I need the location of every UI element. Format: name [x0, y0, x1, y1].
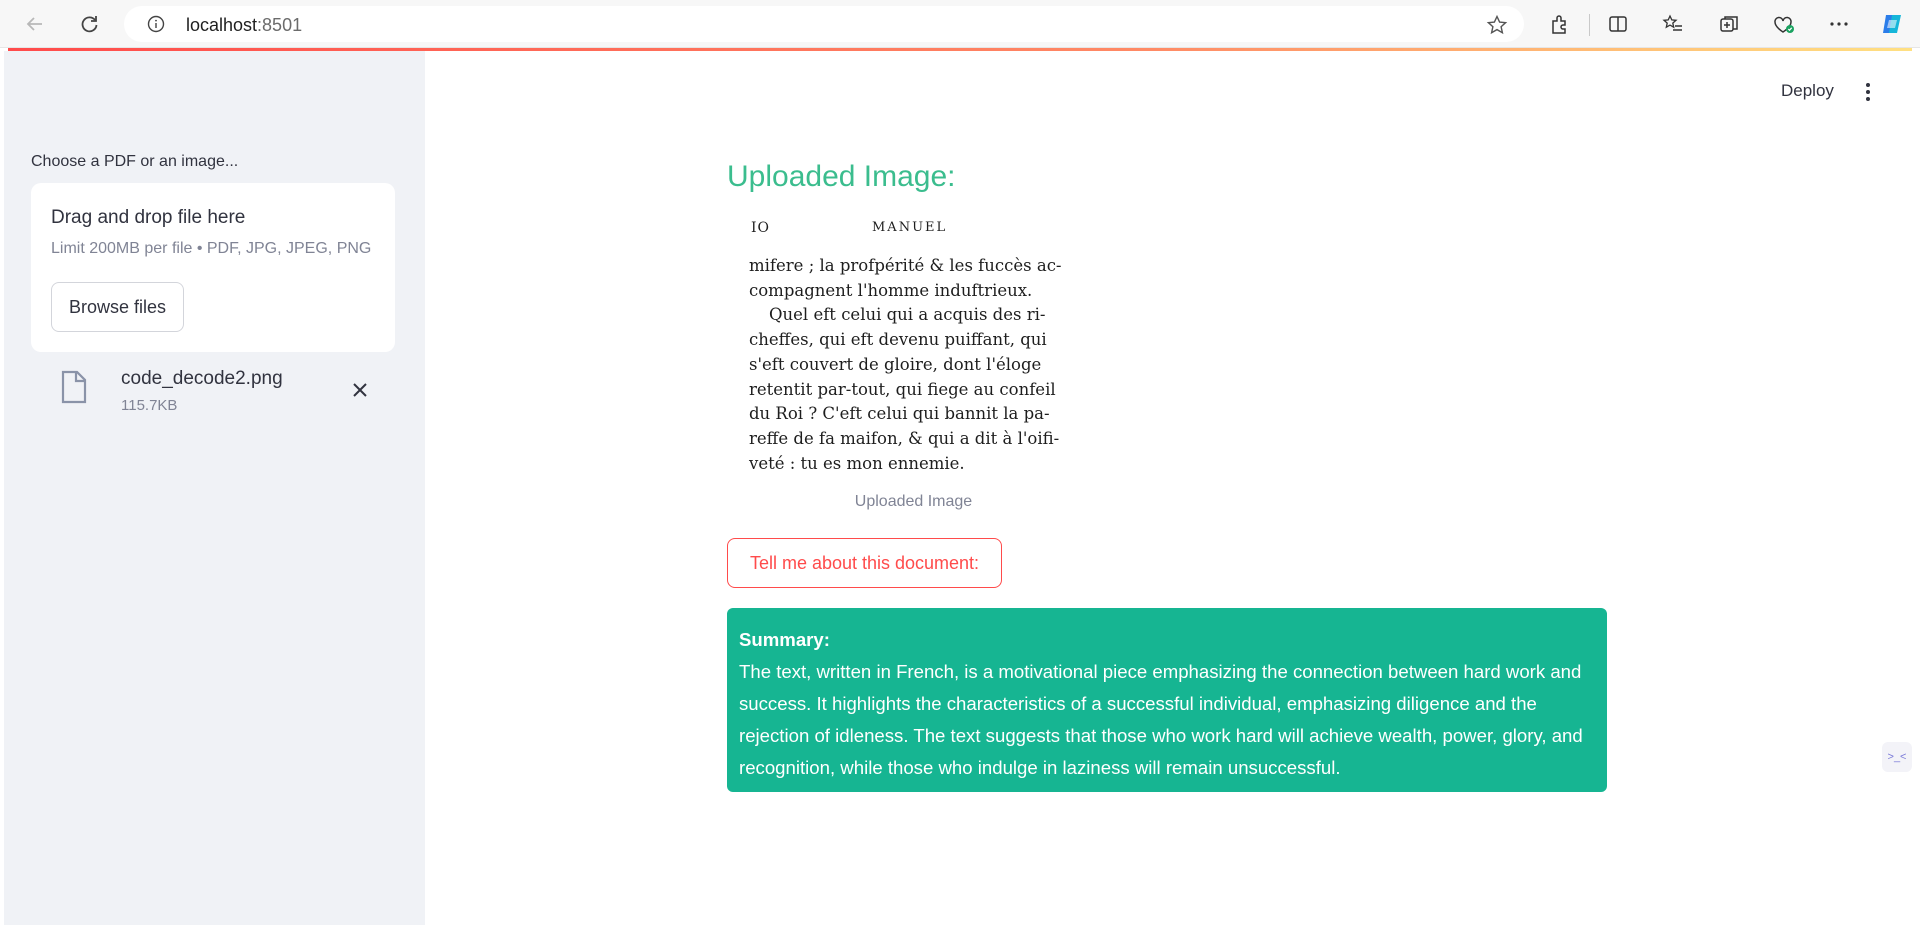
- document-line: du Roi ? C'eft celui qui bannit la pa-: [749, 404, 1050, 424]
- file-dropzone[interactable]: Drag and drop file here Limit 200MB per …: [31, 183, 395, 352]
- browser-essentials-icon[interactable]: [1771, 11, 1797, 37]
- document-line: s'eft couvert de gloire, dont l'éloge: [749, 354, 1042, 374]
- info-icon[interactable]: [147, 15, 165, 38]
- summary-text: The text, written in French, is a motiva…: [739, 661, 1583, 778]
- star-icon[interactable]: [1486, 14, 1508, 41]
- browser-toolbar: localhost:8501: [0, 0, 1920, 48]
- toolbar-separator: [1589, 14, 1590, 36]
- browse-files-button[interactable]: Browse files: [51, 282, 184, 332]
- document-text: mifere ; la profpérité & les fuccès ac- …: [749, 254, 1079, 476]
- file-name: code_decode2.png: [121, 368, 283, 389]
- url-port: :8501: [257, 15, 303, 35]
- main-menu-icon[interactable]: [1860, 80, 1876, 104]
- document-line: retentit par-tout, qui fiege au confeil: [749, 379, 1056, 399]
- document-page-number: IO: [751, 220, 771, 236]
- file-size: 115.7KB: [121, 397, 178, 414]
- document-line: mifere ; la profpérité & les fuccès ac-: [749, 256, 1062, 275]
- url-text[interactable]: localhost:8501: [186, 15, 302, 36]
- document-line: cheffes, qui eft devenu puiffant, qui: [749, 330, 1047, 350]
- split-screen-icon[interactable]: [1605, 11, 1631, 37]
- page-title: Uploaded Image:: [727, 160, 956, 193]
- document-line: veté : tu es mon ennemie.: [749, 453, 965, 473]
- copilot-icon[interactable]: [1880, 11, 1906, 37]
- refresh-icon[interactable]: [75, 10, 103, 38]
- side-panel-toggle-icon[interactable]: >_<: [1882, 742, 1912, 772]
- uploaded-document-image: IO MANUEL mifere ; la profpérité & les f…: [727, 206, 1100, 476]
- document-line: reffe de fa maifon, & qui a dit à l'oifi…: [749, 428, 1060, 448]
- dropzone-title: Drag and drop file here: [51, 207, 246, 228]
- extensions-icon[interactable]: [1546, 11, 1572, 37]
- document-line: compagnent l'homme induftrieux.: [749, 280, 1033, 300]
- summary-title: Summary:: [739, 629, 830, 650]
- file-icon: [60, 370, 88, 409]
- document-running-title: MANUEL: [872, 220, 948, 235]
- url-host: localhost: [186, 15, 258, 35]
- ask-document-button[interactable]: Tell me about this document:: [727, 538, 1002, 588]
- image-caption: Uploaded Image: [854, 493, 973, 510]
- document-line: Quel eft celui qui a acquis des ri-: [769, 305, 1046, 325]
- favorites-icon[interactable]: [1660, 11, 1686, 37]
- uploaded-file-row: code_decode2.png 115.7KB: [60, 368, 380, 418]
- uploader-label: Choose a PDF or an image...: [31, 153, 239, 170]
- remove-file-icon[interactable]: [350, 380, 370, 400]
- deploy-button[interactable]: Deploy: [1781, 81, 1834, 101]
- summary-box: Summary: The text, written in French, is…: [727, 608, 1607, 792]
- collections-icon[interactable]: [1716, 11, 1742, 37]
- dropzone-limit: Limit 200MB per file • PDF, JPG, JPEG, P…: [51, 240, 372, 257]
- document-running-head: IO MANUEL: [751, 220, 945, 236]
- address-bar[interactable]: localhost:8501: [124, 6, 1524, 42]
- more-icon[interactable]: [1826, 11, 1852, 37]
- back-icon[interactable]: [21, 10, 49, 38]
